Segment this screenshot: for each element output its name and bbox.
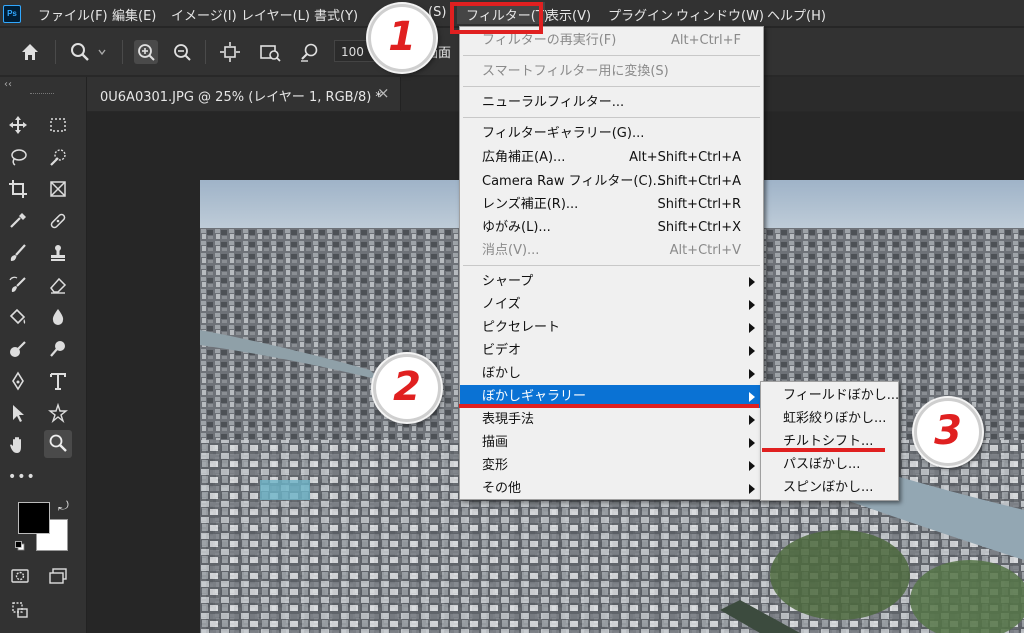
custom-shape-icon[interactable] <box>44 400 72 426</box>
divider <box>463 86 760 87</box>
menu-item-field-blur[interactable]: フィールドぼかし... <box>761 384 899 407</box>
menu-item-distort[interactable]: 変形 <box>460 454 763 477</box>
submenu-arrow-icon <box>749 323 755 333</box>
annotation-underline <box>459 404 759 408</box>
step-2-badge: 2 <box>373 354 441 422</box>
clone-stamp-icon[interactable] <box>44 240 72 266</box>
path-selection-icon[interactable] <box>4 400 32 426</box>
menu-item-liquify[interactable]: ゆがみ(L)... Shift+Ctrl+X <box>460 216 763 239</box>
menu-item-spin-blur[interactable]: スピンぼかし... <box>761 476 898 499</box>
menu-item-video[interactable]: ビデオ <box>460 339 763 362</box>
menu-item-noise[interactable]: ノイズ <box>460 293 763 316</box>
photoshop-logo: Ps <box>3 5 21 23</box>
more-tools-icon[interactable]: ••• <box>8 469 36 485</box>
submenu-arrow-icon <box>749 415 755 425</box>
zoom-tool-selected-icon[interactable] <box>44 430 72 458</box>
menu-plugins[interactable]: プラグイン <box>608 5 673 24</box>
annotation-highlight-box <box>450 2 543 34</box>
default-colors-icon[interactable] <box>15 539 25 551</box>
annotation-underline <box>762 448 885 452</box>
panel-grip[interactable] <box>30 93 54 96</box>
filter-menu: フィルターの再実行(F) Alt+Ctrl+F スマートフィルター用に変換(S) … <box>459 26 764 500</box>
divider <box>205 40 206 64</box>
menu-help[interactable]: ヘルプ(H) <box>767 5 826 24</box>
marquee-tool-icon[interactable] <box>44 112 72 138</box>
step-3-badge: 3 <box>914 398 982 466</box>
menu-edit[interactable]: 編集(E) <box>112 5 156 24</box>
divider <box>463 55 760 56</box>
menu-item-filter-gallery[interactable]: フィルターギャラリー(G)... <box>460 122 763 145</box>
zoom-magnifier-icon[interactable] <box>44 336 72 362</box>
artboard-icon[interactable] <box>6 597 34 623</box>
foreground-color-swatch[interactable] <box>18 502 50 534</box>
submenu-arrow-icon <box>749 461 755 471</box>
history-brush-icon[interactable] <box>4 272 32 298</box>
divider <box>55 40 56 64</box>
submenu-arrow-icon <box>749 392 755 402</box>
zoom-out-icon[interactable] <box>170 40 194 64</box>
close-icon[interactable]: × <box>377 84 390 102</box>
menu-item-path-blur[interactable]: パスぼかし... <box>761 453 898 476</box>
menu-layer[interactable]: レイヤー(L) <box>241 5 310 24</box>
crop-tool-icon[interactable] <box>4 176 32 202</box>
step-1-badge: 1 <box>368 4 436 72</box>
move-view-icon[interactable] <box>218 40 242 64</box>
divider <box>463 265 760 266</box>
menu-file[interactable]: ファイル(F) <box>38 5 108 24</box>
home-icon[interactable] <box>18 40 42 64</box>
menu-item-other[interactable]: その他 <box>460 477 763 500</box>
divider <box>463 117 760 118</box>
screen-mode-icon[interactable] <box>44 563 72 589</box>
swap-colors-icon[interactable]: ⤾ <box>58 499 69 514</box>
menu-item-neural-filters[interactable]: ニューラルフィルター... <box>460 91 763 114</box>
lasso-tool-icon[interactable] <box>4 144 32 170</box>
menu-type[interactable]: 書式(Y) <box>314 5 358 24</box>
menu-select-partial[interactable]: (S) <box>428 5 446 20</box>
zoom-in-icon[interactable] <box>134 40 158 64</box>
menu-item-blur[interactable]: ぼかし <box>460 362 763 385</box>
menu-item-render[interactable]: 描画 <box>460 431 763 454</box>
quick-mask-icon[interactable] <box>6 563 34 589</box>
blur-gallery-submenu: フィールドぼかし... 虹彩絞りぼかし... チルトシフト... パスぼかし..… <box>760 381 899 501</box>
submenu-arrow-icon <box>749 369 755 379</box>
move-tool-icon[interactable] <box>4 112 32 138</box>
menu-item-sharpen[interactable]: シャープ <box>460 270 763 293</box>
submenu-arrow-icon <box>749 277 755 287</box>
scrubby-zoom-icon[interactable] <box>298 40 322 64</box>
quick-selection-icon[interactable] <box>44 144 72 170</box>
dodge-tool-icon[interactable] <box>4 336 32 362</box>
type-tool-icon[interactable] <box>44 368 72 394</box>
fit-screen-icon[interactable] <box>258 40 282 64</box>
menu-item-convert-smart-filter[interactable]: スマートフィルター用に変換(S) <box>460 60 763 83</box>
menu-item-stylize[interactable]: 表現手法 <box>460 408 763 431</box>
submenu-arrow-icon <box>749 346 755 356</box>
pen-tool-icon[interactable] <box>4 368 32 394</box>
divider <box>122 40 123 64</box>
document-tab-title[interactable]: 0U6A0301.JPG @ 25% (レイヤー 1, RGB/8) * <box>100 86 382 105</box>
paint-bucket-icon[interactable] <box>4 304 32 330</box>
menu-item-vanishing-point[interactable]: 消点(V)... Alt+Ctrl+V <box>460 239 763 262</box>
zoom-tool-icon[interactable] <box>68 40 92 64</box>
hand-tool-icon[interactable] <box>4 432 32 458</box>
submenu-arrow-icon <box>749 438 755 448</box>
submenu-arrow-icon <box>749 300 755 310</box>
chevron-down-icon[interactable] <box>96 40 108 64</box>
menu-item-iris-blur[interactable]: 虹彩絞りぼかし... <box>761 407 898 430</box>
eyedropper-icon[interactable] <box>4 208 32 234</box>
collapse-icon[interactable]: ‹‹ <box>4 79 12 90</box>
menu-item-lens-correction[interactable]: レンズ補正(R)... Shift+Ctrl+R <box>460 193 763 216</box>
tools-panel: ‹‹ ••• ⤾ <box>0 77 87 633</box>
eraser-tool-icon[interactable] <box>44 272 72 298</box>
blur-tool-icon[interactable] <box>44 304 72 330</box>
brush-tool-icon[interactable] <box>4 240 32 266</box>
menu-item-camera-raw[interactable]: Camera Raw フィルター(C)... Shift+Ctrl+A <box>460 170 763 193</box>
healing-brush-icon[interactable] <box>44 208 72 234</box>
menu-image[interactable]: イメージ(I) <box>171 5 237 24</box>
menu-view[interactable]: 表示(V) <box>546 5 591 24</box>
frame-tool-icon[interactable] <box>44 176 72 202</box>
menu-item-pixelate[interactable]: ピクセレート <box>460 316 763 339</box>
menu-item-adaptive-wide-angle[interactable]: 広角補正(A)... Alt+Shift+Ctrl+A <box>460 146 763 169</box>
submenu-arrow-icon <box>749 484 755 494</box>
menu-window[interactable]: ウィンドウ(W) <box>676 5 764 24</box>
